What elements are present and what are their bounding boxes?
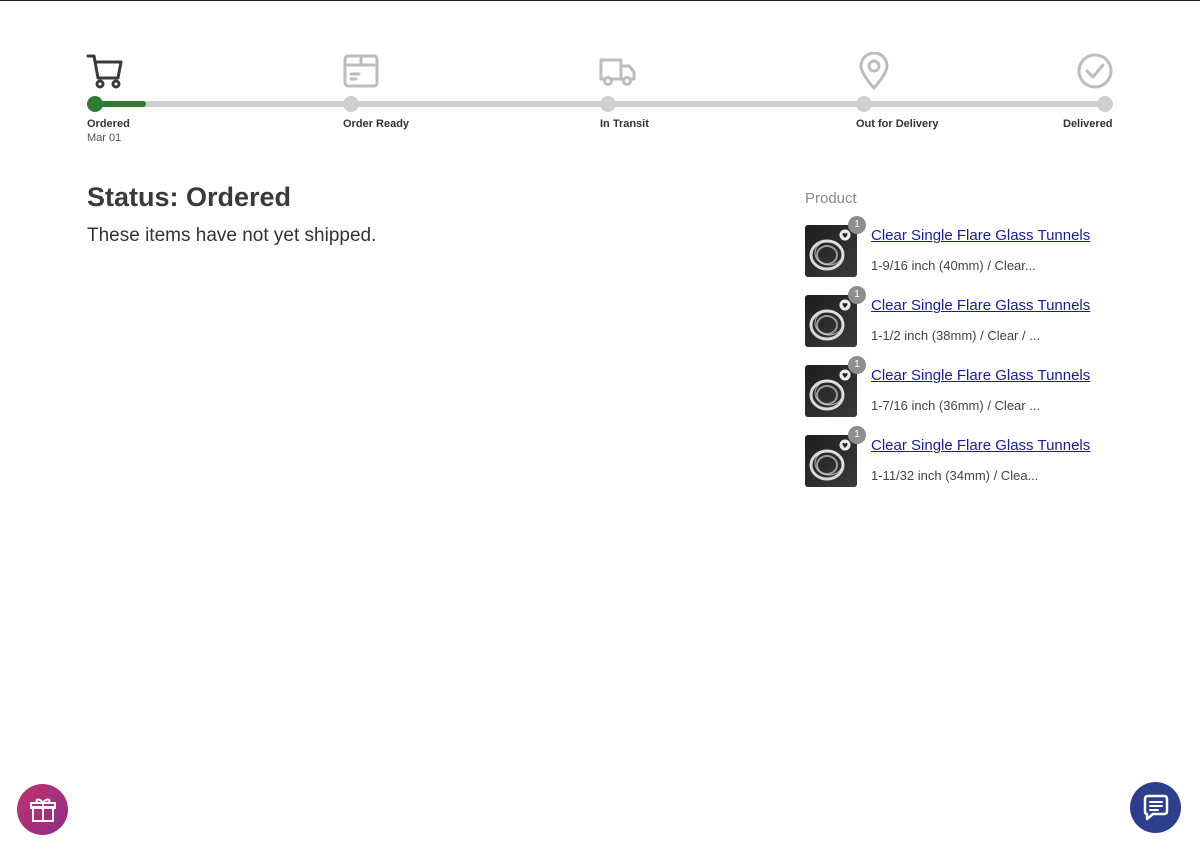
quantity-badge: 1 <box>848 356 866 374</box>
list-item: ♥ 1 Clear Single Flare Glass Tunnels 1-1… <box>805 286 1125 365</box>
product-thumbnail[interactable]: ♥ <box>805 295 857 347</box>
product-link[interactable]: Clear Single Flare Glass Tunnels <box>871 227 1090 244</box>
list-item: ♥ 1 Clear Single Flare Glass Tunnels 1-1… <box>805 426 1125 505</box>
step-label: Delivered <box>1063 118 1113 130</box>
step-label: Order Ready <box>343 118 410 130</box>
quantity-badge: 1 <box>848 286 866 304</box>
chat-icon <box>1143 794 1168 820</box>
map-pin-icon <box>859 52 889 90</box>
order-tracker: Ordered Mar 01 Order Ready In Transit Ou… <box>0 0 1200 150</box>
list-item: ♥ 1 Clear Single Flare Glass Tunnels 1-9… <box>805 216 1125 295</box>
step-label: In Transit <box>600 118 649 130</box>
product-header: Product <box>805 190 857 207</box>
product-thumbnail[interactable]: ♥ <box>805 225 857 277</box>
product-link[interactable]: Clear Single Flare Glass Tunnels <box>871 367 1090 384</box>
product-variant: 1-11/32 inch (34mm) / Clea... <box>871 468 1039 483</box>
step-dot <box>87 96 103 112</box>
product-link[interactable]: Clear Single Flare Glass Tunnels <box>871 437 1090 454</box>
step-dot <box>1097 96 1113 112</box>
box-icon <box>343 54 379 88</box>
step-dot <box>600 96 616 112</box>
glass-tunnel-image: ♥ <box>809 298 852 341</box>
product-variant: 1-1/2 inch (38mm) / Clear / ... <box>871 328 1041 343</box>
svg-text:♥: ♥ <box>842 302 848 310</box>
truck-icon <box>599 58 636 86</box>
product-variant: 1-9/16 inch (40mm) / Clear... <box>871 258 1036 273</box>
list-item: ♥ 1 Clear Single Flare Glass Tunnels 1-7… <box>805 356 1125 435</box>
svg-text:♥: ♥ <box>842 372 848 380</box>
glass-tunnel-image: ♥ <box>809 228 852 271</box>
step-label: Out for Delivery <box>856 118 939 130</box>
step-label: Ordered <box>87 118 130 130</box>
gift-icon <box>29 798 56 822</box>
glass-tunnel-image: ♥ <box>809 438 852 481</box>
quantity-badge: 1 <box>848 426 866 444</box>
product-thumbnail[interactable]: ♥ <box>805 365 857 417</box>
status-message: These items have not yet shipped. <box>87 225 377 246</box>
cart-icon <box>86 54 123 89</box>
glass-tunnel-image: ♥ <box>809 368 852 411</box>
check-circle-icon <box>1077 53 1113 89</box>
svg-text:♥: ♥ <box>842 442 848 450</box>
gift-button[interactable] <box>17 784 68 835</box>
step-dot <box>856 96 872 112</box>
product-thumbnail[interactable]: ♥ <box>805 435 857 487</box>
quantity-badge: 1 <box>848 216 866 234</box>
step-date: Mar 01 <box>87 132 122 144</box>
product-variant: 1-7/16 inch (36mm) / Clear ... <box>871 398 1041 413</box>
product-link[interactable]: Clear Single Flare Glass Tunnels <box>871 297 1090 314</box>
product-list: Product ♥ 1 Clear Single Flare Glass Tun… <box>805 190 1125 505</box>
step-dot <box>343 96 359 112</box>
status-title: Status: Ordered <box>87 182 292 212</box>
chat-button[interactable] <box>1130 782 1181 833</box>
svg-text:♥: ♥ <box>842 232 848 240</box>
